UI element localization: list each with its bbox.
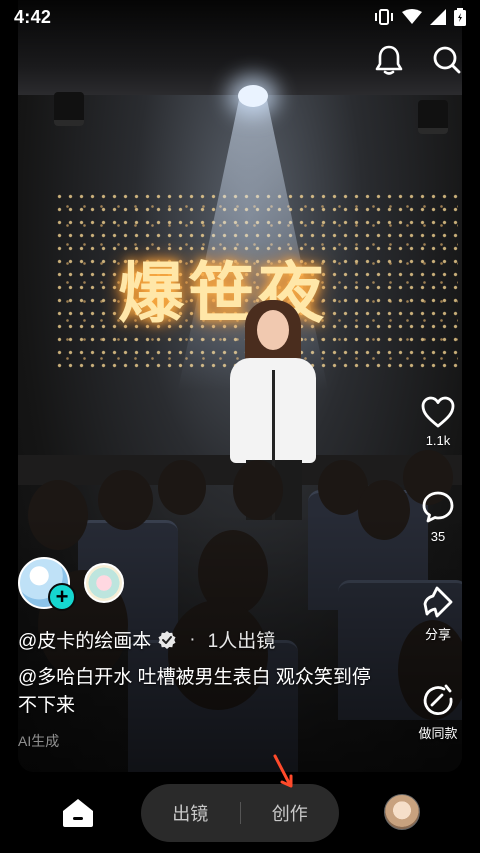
vibrate-icon — [375, 9, 393, 25]
video-player[interactable]: 爆笹夜 — [18, 0, 462, 772]
comment-count: 35 — [430, 529, 446, 544]
plus-icon: + — [55, 584, 69, 609]
create-pill: 出镜 创作 — [141, 784, 339, 842]
ai-generated-tag: AI生成 — [18, 733, 60, 749]
comment-button[interactable]: 35 — [416, 489, 460, 544]
stage-light — [54, 92, 84, 126]
notifications-button[interactable] — [371, 42, 407, 78]
share-button[interactable]: 分享 — [416, 584, 460, 643]
search-button[interactable] — [429, 42, 465, 78]
comment-icon — [422, 491, 454, 523]
audience-head — [158, 460, 206, 515]
performer-face — [257, 310, 289, 350]
participants-count[interactable]: 1人出镜 — [208, 626, 276, 653]
bell-icon — [375, 45, 403, 75]
share-label: 分享 — [424, 627, 451, 642]
status-time: 4:42 — [14, 6, 52, 27]
meta-separator: · — [189, 628, 196, 650]
home-icon — [63, 799, 93, 827]
profile-avatar[interactable] — [384, 794, 420, 830]
like-count: 1.1k — [425, 433, 451, 448]
like-button[interactable]: 1.1k — [416, 395, 460, 448]
wifi-icon — [402, 9, 422, 24]
status-icons — [374, 8, 466, 26]
home-button[interactable] — [58, 794, 98, 832]
appear-button[interactable]: 出镜 — [141, 800, 240, 826]
bottom-nav: 出镜 创作 — [0, 772, 480, 853]
make-same-icon — [423, 684, 453, 715]
status-bar: 4:42 — [0, 0, 480, 34]
author-line: @皮卡的绘画本 · 1人出镜 — [18, 626, 275, 653]
audience-head — [233, 460, 283, 520]
share-icon — [423, 586, 453, 618]
stage-light — [418, 100, 448, 134]
follow-button[interactable]: + — [48, 583, 76, 611]
make-same-button[interactable]: 做同款 — [416, 683, 460, 742]
verified-icon — [158, 630, 176, 649]
signal-icon — [430, 9, 446, 25]
create-button[interactable]: 创作 — [241, 800, 340, 826]
make-same-label: 做同款 — [418, 726, 458, 741]
participant-avatar[interactable] — [84, 563, 124, 603]
author-name[interactable]: @皮卡的绘画本 — [18, 626, 151, 653]
spotlight-source — [238, 85, 268, 107]
video-caption[interactable]: @多哈白开水 吐槽被男生表白 观众笑到停不下来 — [18, 664, 388, 720]
search-icon — [433, 46, 461, 74]
battery-icon — [454, 8, 466, 26]
arrow-annotation — [273, 754, 293, 788]
heart-icon — [421, 396, 455, 428]
